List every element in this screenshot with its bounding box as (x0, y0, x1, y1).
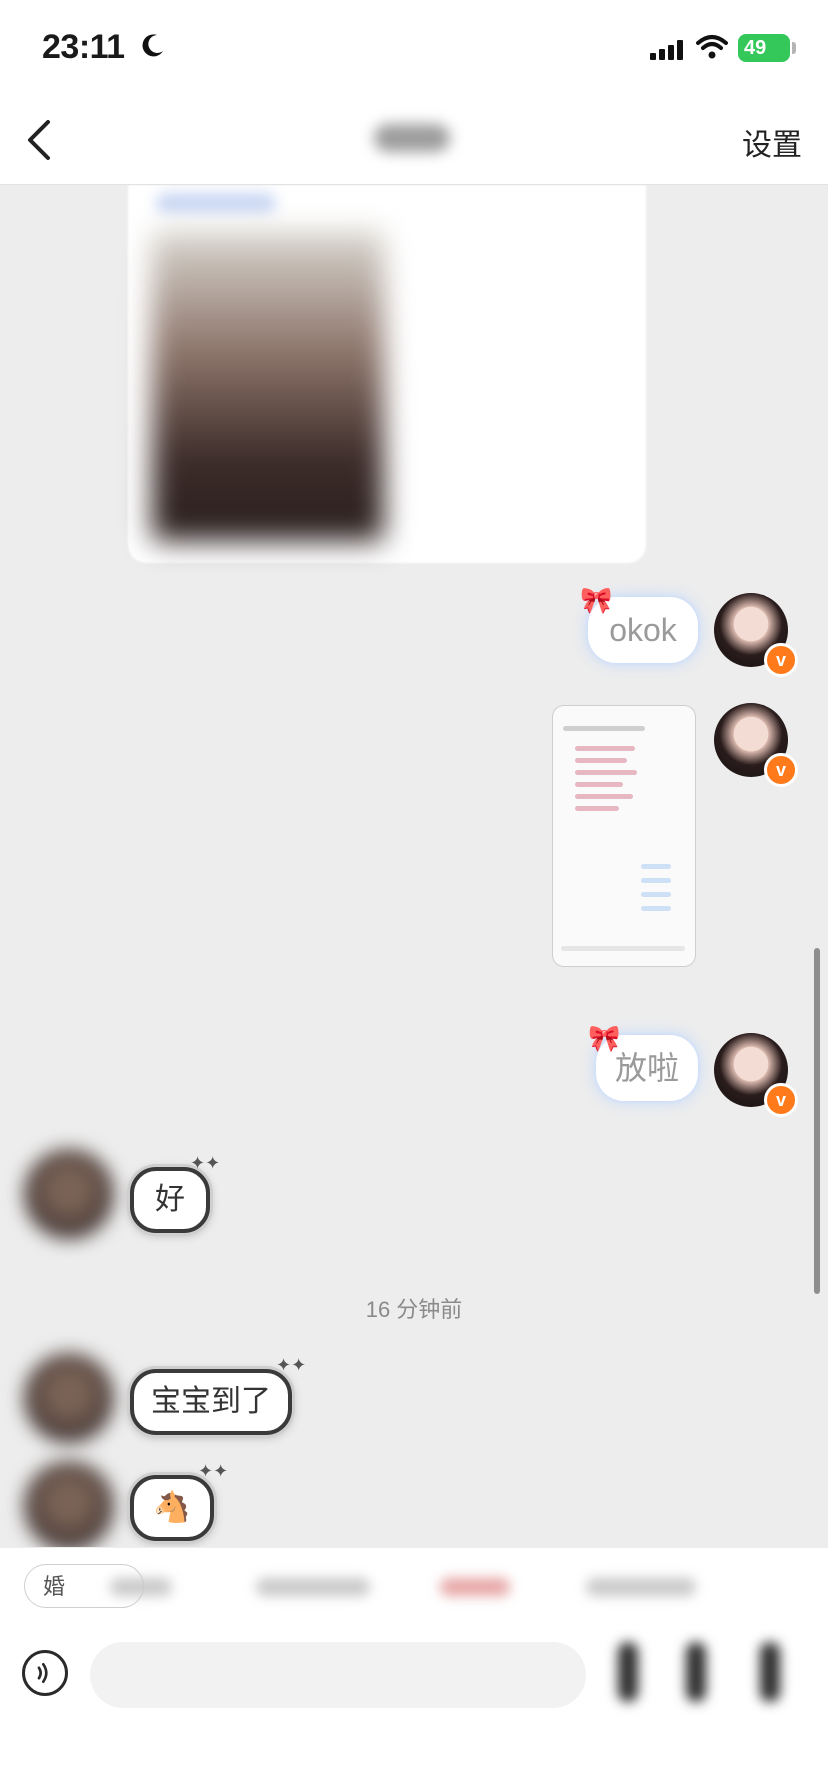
quick-action-bar: 婚 (0, 1548, 828, 1630)
quick-action-chip-redacted[interactable] (586, 1578, 696, 1596)
screenshot-thumbnail (575, 806, 619, 811)
screenshot-thumbnail (575, 794, 633, 799)
message-bubble-other[interactable]: 宝宝到了 (130, 1369, 292, 1435)
battery-level: 49 (744, 37, 767, 59)
quick-action-chip-redacted[interactable] (110, 1578, 172, 1596)
scrollbar[interactable] (814, 948, 820, 1294)
shared-card-message[interactable] (128, 185, 646, 563)
screenshot-thumbnail (575, 770, 637, 775)
back-arrow-icon[interactable] (18, 114, 68, 164)
status-time: 23:11 (42, 28, 125, 66)
verified-badge-icon: v (764, 753, 798, 787)
nav-bar: 设置 (0, 96, 828, 185)
emoji-button[interactable] (618, 1642, 638, 1702)
quick-action-chip-redacted[interactable] (440, 1578, 510, 1596)
message-bubble-other[interactable]: 🐴 (130, 1475, 214, 1541)
bow-sticker-icon: 🎀 (588, 1023, 621, 1053)
verified-badge-icon: v (764, 643, 798, 677)
shared-link-redacted (156, 193, 276, 213)
chat-message-list[interactable]: okok 🎀 v v 放啦 🎀 v 好 ✦✦ 16 分钟前 宝宝到了 ✦✦ 🐴 … (0, 185, 828, 1547)
avatar[interactable] (24, 1461, 114, 1547)
sparkle-icon: ✦✦ (190, 1153, 221, 1173)
message-text: 好 (155, 1183, 185, 1216)
bow-sticker-icon: 🎀 (580, 585, 613, 615)
avatar[interactable] (24, 1149, 114, 1239)
message-text: okok (609, 612, 677, 648)
screenshot-thumbnail (563, 726, 645, 731)
avatar[interactable] (24, 1353, 114, 1443)
screenshot-thumbnail (575, 782, 623, 787)
screenshot-thumbnail (641, 864, 671, 869)
message-timestamp: 16 分钟前 (365, 1297, 463, 1322)
screenshot-thumbnail (641, 878, 671, 883)
voice-input-icon[interactable] (22, 1650, 68, 1696)
message-text: 🐴 (153, 1491, 191, 1524)
wifi-icon (696, 35, 728, 59)
more-button[interactable] (760, 1642, 780, 1702)
screenshot-thumbnail (641, 892, 671, 897)
message-input[interactable] (90, 1642, 586, 1708)
screenshot-thumbnail (561, 946, 685, 951)
status-bar: 23:11 49 (0, 0, 828, 96)
sparkle-icon: ✦✦ (198, 1461, 229, 1481)
image-button[interactable] (686, 1642, 706, 1702)
shared-photo-redacted[interactable] (152, 231, 384, 541)
screenshot-thumbnail (575, 758, 627, 763)
quick-action-label: 婚 (43, 1574, 66, 1599)
input-bar (0, 1630, 828, 1792)
quick-action-chip-redacted[interactable] (256, 1578, 370, 1596)
verified-badge-icon: v (764, 1083, 798, 1117)
message-text: 宝宝到了 (151, 1385, 271, 1418)
screenshot-thumbnail (641, 906, 671, 911)
battery-cap (792, 42, 796, 54)
message-bubble-other[interactable]: 好 (130, 1167, 210, 1233)
image-message[interactable] (552, 705, 696, 967)
sparkle-icon: ✦✦ (276, 1355, 307, 1375)
settings-button[interactable]: 设置 (742, 120, 802, 164)
message-text: 放啦 (614, 1050, 679, 1086)
moon-icon (142, 34, 163, 57)
screenshot-thumbnail (575, 746, 635, 751)
cellular-signal-icon (650, 40, 683, 60)
chat-title-redacted (374, 124, 450, 152)
battery-indicator: 49 (738, 34, 790, 62)
